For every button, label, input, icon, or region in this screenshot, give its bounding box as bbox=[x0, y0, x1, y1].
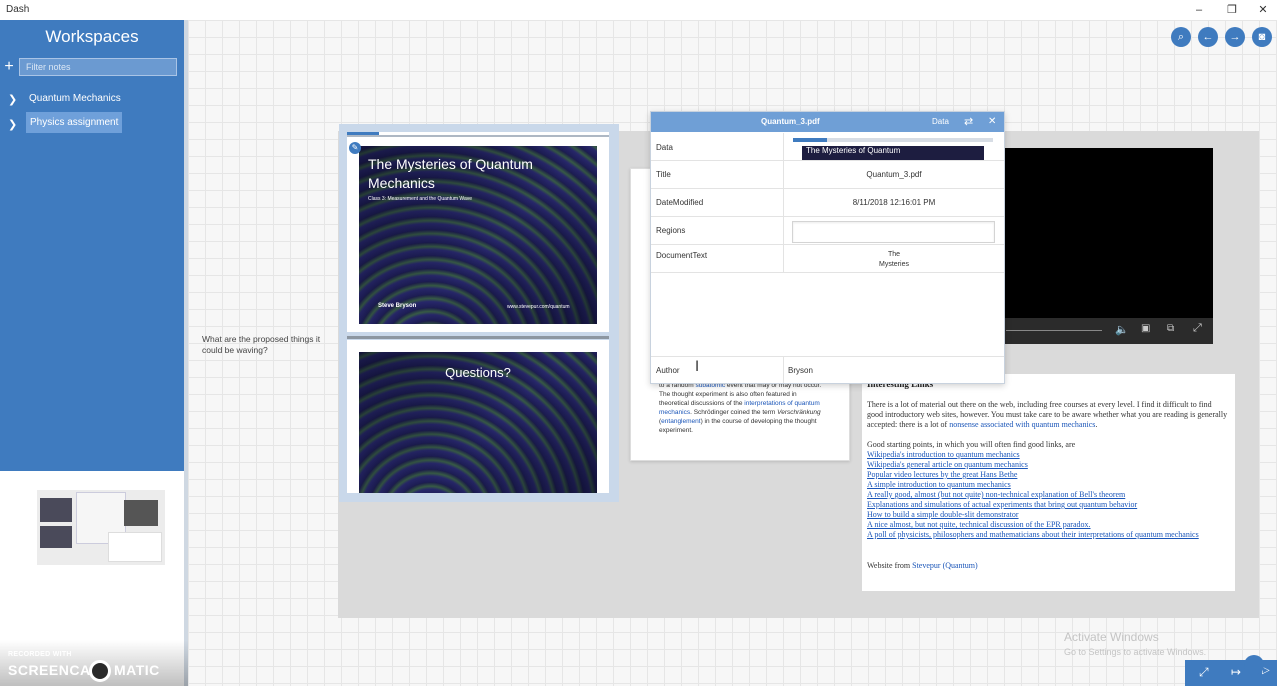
sidebar-item-label: Physics assignment bbox=[26, 112, 123, 133]
doc-link[interactable]: A nice almost, but not quite, technical … bbox=[867, 520, 1091, 530]
volume-icon[interactable]: 🔈 bbox=[1115, 323, 1129, 336]
link-entanglement[interactable]: entanglement bbox=[661, 418, 700, 425]
minimap-video bbox=[124, 500, 158, 526]
doc-intro: There is a lot of material out there on … bbox=[867, 400, 1228, 429]
kv-row-data: Data The Mysteries of Quantum bbox=[651, 133, 1004, 161]
column-separator bbox=[783, 217, 784, 244]
kv-key: Data bbox=[656, 143, 673, 152]
video-player[interactable] bbox=[1000, 148, 1213, 344]
doc-link[interactable]: Popular video lectures by the great Hans… bbox=[867, 470, 1017, 480]
column-separator bbox=[783, 133, 784, 160]
activate-windows-title: Activate Windows bbox=[1064, 630, 1159, 644]
kv-key: Author bbox=[656, 366, 680, 375]
swap-icon[interactable]: ⇄ bbox=[964, 115, 973, 128]
kv-value[interactable]: The Mysteries bbox=[784, 250, 1004, 270]
activate-windows-subtitle: Go to Settings to activate Windows. bbox=[1064, 647, 1207, 657]
doc-link[interactable]: A poll of physicists, philosophers and m… bbox=[867, 530, 1199, 540]
recorder-logo-icon bbox=[89, 660, 111, 682]
kv-value[interactable]: 8/11/2018 12:16:01 PM bbox=[784, 198, 1004, 207]
chevron-right-icon: ❯ bbox=[8, 94, 18, 106]
doc-starting-points: Good starting points, in which you will … bbox=[867, 440, 1076, 449]
doc-link[interactable]: Explanations and simulations of actual e… bbox=[867, 500, 1137, 510]
close-button[interactable]: ✕ bbox=[1254, 2, 1272, 18]
app-title: Dash bbox=[6, 4, 30, 15]
slide-author: Steve Bryson bbox=[378, 303, 417, 309]
minimap-slide bbox=[40, 526, 72, 548]
kv-key: Title bbox=[656, 170, 671, 179]
forward-arrow-icon[interactable]: → bbox=[1225, 27, 1245, 47]
thumbnail-progress-fill bbox=[793, 138, 827, 142]
doc-link[interactable]: How to build a simple double-slit demons… bbox=[867, 510, 1019, 520]
kv-row-datemodified: DateModified 8/11/2018 12:16:01 PM bbox=[651, 189, 1004, 217]
minimap-slide bbox=[40, 498, 72, 522]
kv-key: Regions bbox=[656, 226, 686, 235]
pdf-page-2: Questions? bbox=[347, 340, 609, 493]
filter-notes-input[interactable] bbox=[19, 58, 177, 76]
edit-icon[interactable]: ✎ bbox=[349, 142, 361, 154]
slide-subtitle: Class 3: Measurement and the Quantum Wav… bbox=[368, 196, 473, 202]
kv-value[interactable]: Bryson bbox=[788, 366, 813, 375]
doc-link[interactable]: A really good, almost (but not quite) no… bbox=[867, 490, 1125, 500]
minimap-doc bbox=[108, 532, 162, 562]
text-cursor-icon: I bbox=[695, 359, 700, 375]
snapshot-icon[interactable]: ◙ bbox=[1252, 27, 1272, 47]
expand-icon[interactable]: ⤢ bbox=[1199, 665, 1209, 680]
slide-image: Questions? bbox=[359, 352, 597, 493]
link-website[interactable]: Stevepur (Quantum) bbox=[912, 561, 978, 570]
sidebar-item-quantum-mechanics[interactable]: ❯ Quantum Mechanics bbox=[8, 91, 178, 109]
slide-image: The Mysteries of Quantum Mechanics Class… bbox=[359, 146, 597, 324]
doc-link[interactable]: Wikipedia's introduction to quantum mech… bbox=[867, 450, 1020, 460]
document-info-panel[interactable]: Quantum_3.pdf Data ⇄ ✕ Data The Mysterie… bbox=[650, 111, 1005, 384]
doc-website: Website from Stevepur (Quantum) bbox=[867, 561, 978, 570]
slide-title: Questions? bbox=[445, 365, 511, 380]
workspaces-sidebar: Workspaces + ❯ Quantum Mechanics ❯ Physi… bbox=[0, 20, 184, 471]
search-icon[interactable]: ⌕ bbox=[1171, 27, 1191, 47]
back-arrow-icon[interactable]: ← bbox=[1198, 27, 1218, 47]
kv-key: DateModified bbox=[656, 198, 704, 207]
doc-link[interactable]: Wikipedia's general article on quantum m… bbox=[867, 460, 1028, 470]
slide-url: www.stevepur.com/quantum bbox=[507, 304, 570, 310]
links-document[interactable]: Interesting Links There is a lot of mate… bbox=[862, 374, 1235, 591]
video-seek-bar[interactable] bbox=[1006, 330, 1102, 331]
floating-action-button[interactable] bbox=[1244, 655, 1264, 675]
arrow-right-icon[interactable]: ↦ bbox=[1231, 665, 1241, 679]
sidebar-item-label: Quantum Mechanics bbox=[29, 93, 121, 104]
kv-row-regions: Regions bbox=[651, 217, 1004, 245]
restore-button[interactable]: ❐ bbox=[1223, 2, 1241, 18]
recorder-label: RECORDED WITH bbox=[8, 651, 72, 658]
data-thumbnail[interactable]: The Mysteries of Quantum bbox=[802, 146, 984, 160]
minimize-button[interactable]: – bbox=[1190, 2, 1208, 18]
kv-row-documenttext: DocumentText The Mysteries bbox=[651, 245, 1004, 273]
fullscreen-icon[interactable]: ⤢ bbox=[1193, 322, 1202, 335]
panel-header[interactable]: Quantum_3.pdf Data ⇄ ✕ bbox=[651, 112, 1004, 132]
panel-title: Quantum_3.pdf bbox=[761, 117, 820, 126]
page-divider bbox=[347, 135, 609, 137]
pdf-document[interactable]: ✎ The Mysteries of Quantum Mechanics Cla… bbox=[339, 124, 619, 502]
cc-icon[interactable]: ▣ bbox=[1141, 323, 1150, 334]
kv-row-author: Author Bryson bbox=[651, 356, 1004, 383]
chevron-right-icon: ❯ bbox=[8, 119, 18, 131]
thumbnail-progress-track bbox=[793, 138, 993, 142]
sidebar-item-physics-assignment[interactable]: ❯ Physics assignment bbox=[8, 112, 178, 134]
column-separator bbox=[783, 357, 784, 383]
kv-value[interactable]: Quantum_3.pdf bbox=[784, 170, 1004, 179]
link-nonsense[interactable]: nonsense associated with quantum mechani… bbox=[949, 420, 1095, 429]
pdf-page-1: ✎ The Mysteries of Quantum Mechanics Cla… bbox=[347, 132, 609, 332]
kv-row-title: Title Quantum_3.pdf bbox=[651, 161, 1004, 189]
title-bar: Dash – ❐ ✕ bbox=[0, 0, 1277, 20]
cast-icon[interactable]: ⧉ bbox=[1167, 323, 1174, 334]
slide-title: The Mysteries of Quantum Mechanics bbox=[368, 156, 533, 191]
kv-key: DocumentText bbox=[656, 251, 708, 260]
doc-link[interactable]: A simple introduction to quantum mechani… bbox=[867, 480, 1011, 490]
page-separator bbox=[347, 336, 609, 339]
add-workspace-icon[interactable]: + bbox=[2, 58, 16, 76]
text-card-body: to a random subatomic event that may or … bbox=[659, 382, 822, 434]
regions-field[interactable] bbox=[792, 221, 995, 243]
note-text[interactable]: What are the proposed things it could be… bbox=[202, 334, 326, 356]
tab-data[interactable]: Data bbox=[932, 117, 949, 126]
sidebar-heading: Workspaces bbox=[45, 27, 139, 46]
recorder-brand-suffix: MATIC bbox=[114, 662, 160, 678]
close-icon[interactable]: ✕ bbox=[988, 116, 996, 127]
video-controls: 🔈 ▣ ⧉ ⤢ bbox=[1000, 318, 1213, 344]
